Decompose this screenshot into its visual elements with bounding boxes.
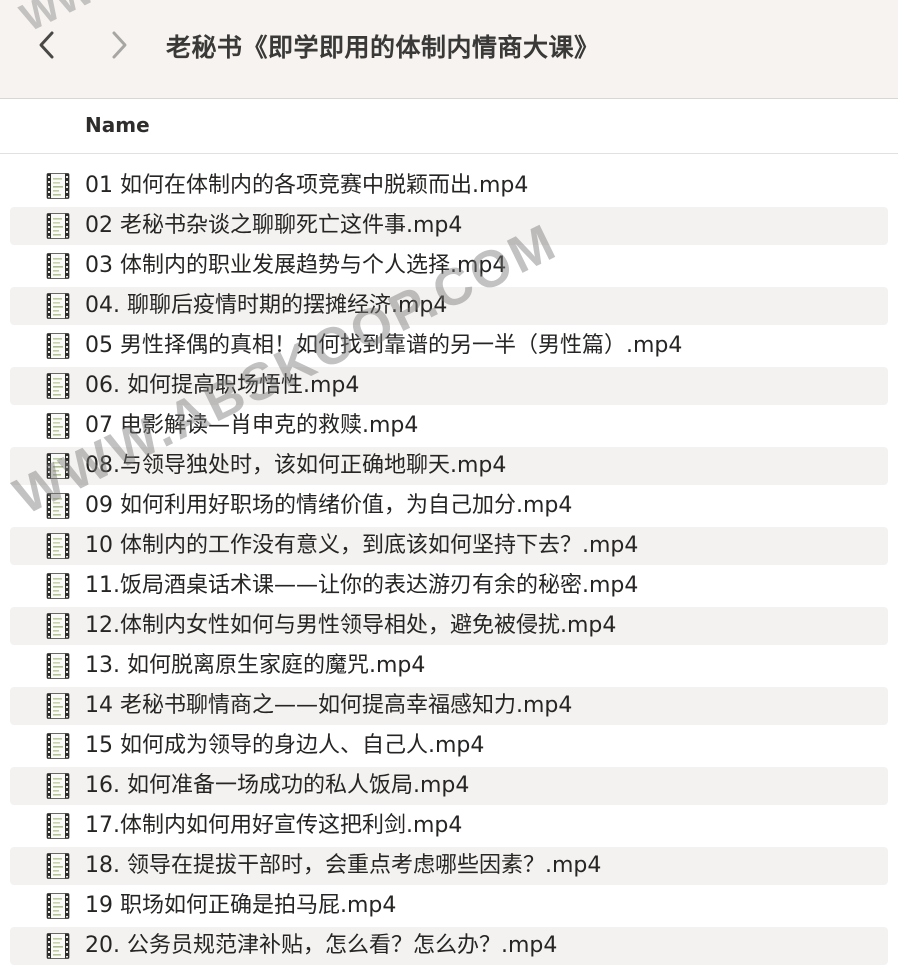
file-name: 09 如何利用好职场的情绪价值，为自己加分.mp4 [85,493,573,518]
list-item[interactable]: 03 体制内的职业发展趋势与个人选择.mp4 [0,246,898,286]
video-file-icon [44,732,72,760]
list-item[interactable]: 01 如何在体制内的各项竞赛中脱颖而出.mp4 [0,166,898,206]
file-name: 16. 如何准备一场成功的私人饭局.mp4 [85,773,470,798]
toolbar: 老秘书《即学即用的体制内情商大课》 [0,0,898,99]
video-file-icon [44,812,72,840]
list-item[interactable]: 07 电影解读—肖申克的救赎.mp4 [0,406,898,446]
video-file-icon [44,932,72,960]
file-name: 04. 聊聊后疫情时期的摆摊经济.mp4 [85,293,448,318]
list-item[interactable]: 12.体制内女性如何与男性领导相处，避免被侵扰.mp4 [0,606,898,646]
list-item[interactable]: 11.饭局酒桌话术课——让你的表达游刃有余的秘密.mp4 [0,566,898,606]
file-name: 19 职场如何正确是拍马屁.mp4 [85,893,397,918]
file-name: 02 老秘书杂谈之聊聊死亡这件事.mp4 [85,213,463,238]
video-file-icon [44,252,72,280]
file-name: 20. 公务员规范津补贴，怎么看？怎么办？.mp4 [85,933,558,958]
list-item[interactable]: 08.与领导独处时，该如何正确地聊天.mp4 [0,446,898,486]
file-name: 17.体制内如何用好宣传这把利剑.mp4 [85,813,463,838]
chevron-left-icon [39,31,54,59]
list-item[interactable]: 09 如何利用好职场的情绪价值，为自己加分.mp4 [0,486,898,526]
list-item[interactable]: 13. 如何脱离原生家庭的魔咒.mp4 [0,646,898,686]
video-file-icon [44,292,72,320]
video-file-icon [44,492,72,520]
video-file-icon [44,692,72,720]
file-name: 08.与领导独处时，该如何正确地聊天.mp4 [85,453,507,478]
video-file-icon [44,612,72,640]
video-file-icon [44,852,72,880]
video-file-icon [44,452,72,480]
file-name: 12.体制内女性如何与男性领导相处，避免被侵扰.mp4 [85,613,617,638]
finder-window: 老秘书《即学即用的体制内情商大课》 Name 01 如何在体制内的各项竞赛中脱颖… [0,0,898,976]
video-file-icon [44,372,72,400]
file-name: 13. 如何脱离原生家庭的魔咒.mp4 [85,653,426,678]
list-item[interactable]: 05 男性择偶的真相！如何找到靠谱的另一半（男性篇）.mp4 [0,326,898,366]
list-item[interactable]: 14 老秘书聊情商之——如何提高幸福感知力.mp4 [0,686,898,726]
video-file-icon [44,572,72,600]
list-item[interactable]: 17.体制内如何用好宣传这把利剑.mp4 [0,806,898,846]
file-name: 14 老秘书聊情商之——如何提高幸福感知力.mp4 [85,693,573,718]
video-file-icon [44,532,72,560]
list-item[interactable]: 06. 如何提高职场悟性.mp4 [0,366,898,406]
forward-button[interactable] [102,28,136,62]
window-title: 老秘书《即学即用的体制内情商大课》 [166,33,600,62]
file-name: 06. 如何提高职场悟性.mp4 [85,373,360,398]
file-name: 03 体制内的职业发展趋势与个人选择.mp4 [85,253,507,278]
file-name: 05 男性择偶的真相！如何找到靠谱的另一半（男性篇）.mp4 [85,333,683,358]
list-item[interactable]: 10 体制内的工作没有意义，到底该如何坚持下去？.mp4 [0,526,898,566]
chevron-right-icon [112,31,127,59]
column-header: Name [0,99,898,154]
list-item[interactable]: 18. 领导在提拔干部时，会重点考虑哪些因素？.mp4 [0,846,898,886]
file-list: 01 如何在体制内的各项竞赛中脱颖而出.mp4 02 老秘书杂谈之聊聊死亡这件事… [0,166,898,966]
video-file-icon [44,412,72,440]
list-item[interactable]: 15 如何成为领导的身边人、自己人.mp4 [0,726,898,766]
file-name: 07 电影解读—肖申克的救赎.mp4 [85,413,419,438]
video-file-icon [44,212,72,240]
video-file-icon [44,892,72,920]
video-file-icon [44,652,72,680]
list-item[interactable]: 19 职场如何正确是拍马屁.mp4 [0,886,898,926]
video-file-icon [44,772,72,800]
back-button[interactable] [30,28,64,62]
list-item[interactable]: 20. 公务员规范津补贴，怎么看？怎么办？.mp4 [0,926,898,966]
file-name: 10 体制内的工作没有意义，到底该如何坚持下去？.mp4 [85,533,639,558]
list-item[interactable]: 02 老秘书杂谈之聊聊死亡这件事.mp4 [0,206,898,246]
file-name: 18. 领导在提拔干部时，会重点考虑哪些因素？.mp4 [85,853,602,878]
video-file-icon [44,332,72,360]
video-file-icon [44,172,72,200]
file-name: 01 如何在体制内的各项竞赛中脱颖而出.mp4 [85,173,529,198]
file-name: 11.饭局酒桌话术课——让你的表达游刃有余的秘密.mp4 [85,573,639,598]
file-name: 15 如何成为领导的身边人、自己人.mp4 [85,733,485,758]
list-item[interactable]: 16. 如何准备一场成功的私人饭局.mp4 [0,766,898,806]
column-header-name[interactable]: Name [85,113,150,137]
list-item[interactable]: 04. 聊聊后疫情时期的摆摊经济.mp4 [0,286,898,326]
